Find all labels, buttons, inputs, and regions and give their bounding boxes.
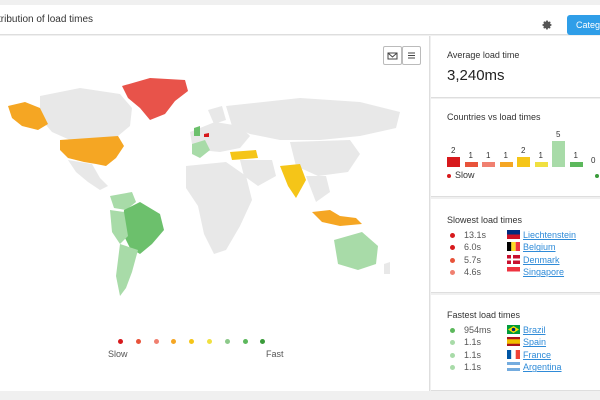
region-greenland: [122, 78, 188, 120]
region-turkey: [230, 150, 258, 160]
legend-slow-label: Slow: [108, 349, 128, 359]
menu-button[interactable]: [402, 46, 421, 65]
region-africa: [186, 162, 252, 254]
region-se-asia: [306, 176, 330, 202]
bar-value-label: 1: [468, 150, 473, 160]
bar-value-label: 0: [591, 156, 596, 165]
average-panel: Average load time 3,240ms: [431, 36, 600, 98]
country-link[interactable]: Spain: [523, 337, 546, 347]
country-flag-icon: [507, 325, 520, 334]
bar-value-label: 1: [486, 150, 491, 160]
load-time-value: 5.7s: [464, 254, 482, 265]
legend-dot: [118, 339, 123, 344]
region-indonesia: [312, 210, 362, 226]
legend-fast-label: Fast: [266, 349, 284, 359]
average-value: 3,240ms: [447, 67, 505, 84]
load-time-value: 4.6s: [464, 267, 482, 278]
region-russia: [226, 98, 400, 140]
region-india: [280, 164, 306, 198]
map-panel: Slow Fast: [0, 36, 430, 391]
panel-title: tribution of load times: [0, 14, 94, 25]
envelope-icon: [387, 52, 398, 60]
country-flag-icon: [507, 242, 520, 252]
panel-header: tribution of load times Catego: [0, 5, 600, 35]
status-dot: [450, 233, 455, 238]
country-count-bar[interactable]: [517, 156, 530, 167]
country-link[interactable]: Belgium: [523, 242, 556, 252]
country-count-bar[interactable]: [482, 161, 495, 167]
bar-value-label: 2: [521, 145, 526, 155]
legend-dot: [224, 339, 230, 344]
country-flag-icon: [507, 349, 520, 359]
list-icon: [408, 52, 415, 59]
load-time-value: 13.1s: [464, 230, 487, 240]
status-dot: [450, 328, 455, 333]
country-flag-icon: [507, 337, 520, 347]
load-time-value: 954ms: [464, 325, 492, 335]
country-link[interactable]: Singapore: [523, 267, 564, 277]
fast-indicator-dot: [595, 174, 599, 178]
slow-indicator-dot: [447, 174, 451, 178]
category-button[interactable]: Catego: [567, 15, 600, 35]
country-flag-icon: [507, 254, 520, 264]
legend-dot: [153, 339, 159, 344]
download-map-button[interactable]: [383, 46, 402, 65]
countries-vs-panel: Countries vs load times 2 1 1 1 2 1 5 1 0 Slow: [431, 99, 600, 197]
legend-dot: [242, 339, 248, 344]
fastest-panel: Fastest load times 954ms Brazil 1.1s Spain 1…: [431, 295, 600, 391]
bar-value-label: 1: [573, 150, 578, 160]
countries-vs-heading: Countries vs load times: [447, 112, 541, 122]
region-uk: [194, 126, 200, 136]
load-time-value: 1.1s: [464, 362, 482, 373]
country-link[interactable]: Denmark: [523, 255, 560, 265]
country-count-bar[interactable]: [464, 161, 478, 167]
status-dot: [450, 340, 455, 346]
slowest-heading: Slowest load times: [447, 215, 523, 225]
region-canada: [40, 88, 132, 140]
dashboard-frame: tribution of load times Catego: [0, 0, 600, 400]
load-time-value: 6.0s: [464, 242, 482, 253]
country-flag-icon: [507, 267, 520, 277]
status-dot: [450, 352, 455, 358]
legend-dot: [135, 339, 141, 344]
bar-value-label: 1: [538, 150, 543, 160]
average-heading: Average load time: [447, 50, 520, 60]
country-count-bar[interactable]: [499, 161, 513, 167]
region-new-zealand: [384, 262, 390, 274]
gear-icon[interactable]: [541, 19, 553, 31]
status-dot: [450, 270, 455, 276]
country-count-bar[interactable]: [569, 161, 583, 167]
bar-value-label: 2: [451, 145, 456, 155]
bar-value-label: 5: [556, 130, 561, 139]
fastest-heading: Fastest load times: [447, 310, 521, 320]
country-link[interactable]: France: [523, 350, 551, 360]
slowest-panel: Slowest load times 13.1s Liechtenstein 6.0…: [431, 199, 600, 293]
country-count-bar[interactable]: [534, 161, 548, 167]
country-count-bar[interactable]: [552, 141, 565, 167]
world-map[interactable]: [0, 36, 430, 391]
region-scandinavia: [208, 106, 226, 124]
country-flag-icon: [507, 230, 520, 239]
legend-dot: [207, 339, 212, 344]
region-brazil: [122, 202, 164, 254]
load-time-value: 1.1s: [464, 337, 482, 348]
country-link[interactable]: Brazil: [523, 325, 546, 335]
bar-value-label: 1: [503, 150, 508, 160]
country-count-bar[interactable]: [447, 156, 460, 167]
status-dot: [450, 257, 455, 263]
slow-indicator-label: Slow: [455, 170, 475, 180]
load-time-value: 1.1s: [464, 349, 482, 360]
status-dot: [450, 245, 455, 251]
status-dot: [450, 365, 455, 371]
country-link[interactable]: Liechtenstein: [523, 230, 576, 240]
region-argentina: [116, 244, 138, 296]
country-link[interactable]: Argentina: [523, 362, 562, 372]
region-australia: [334, 232, 378, 270]
country-flag-icon: [507, 362, 520, 372]
